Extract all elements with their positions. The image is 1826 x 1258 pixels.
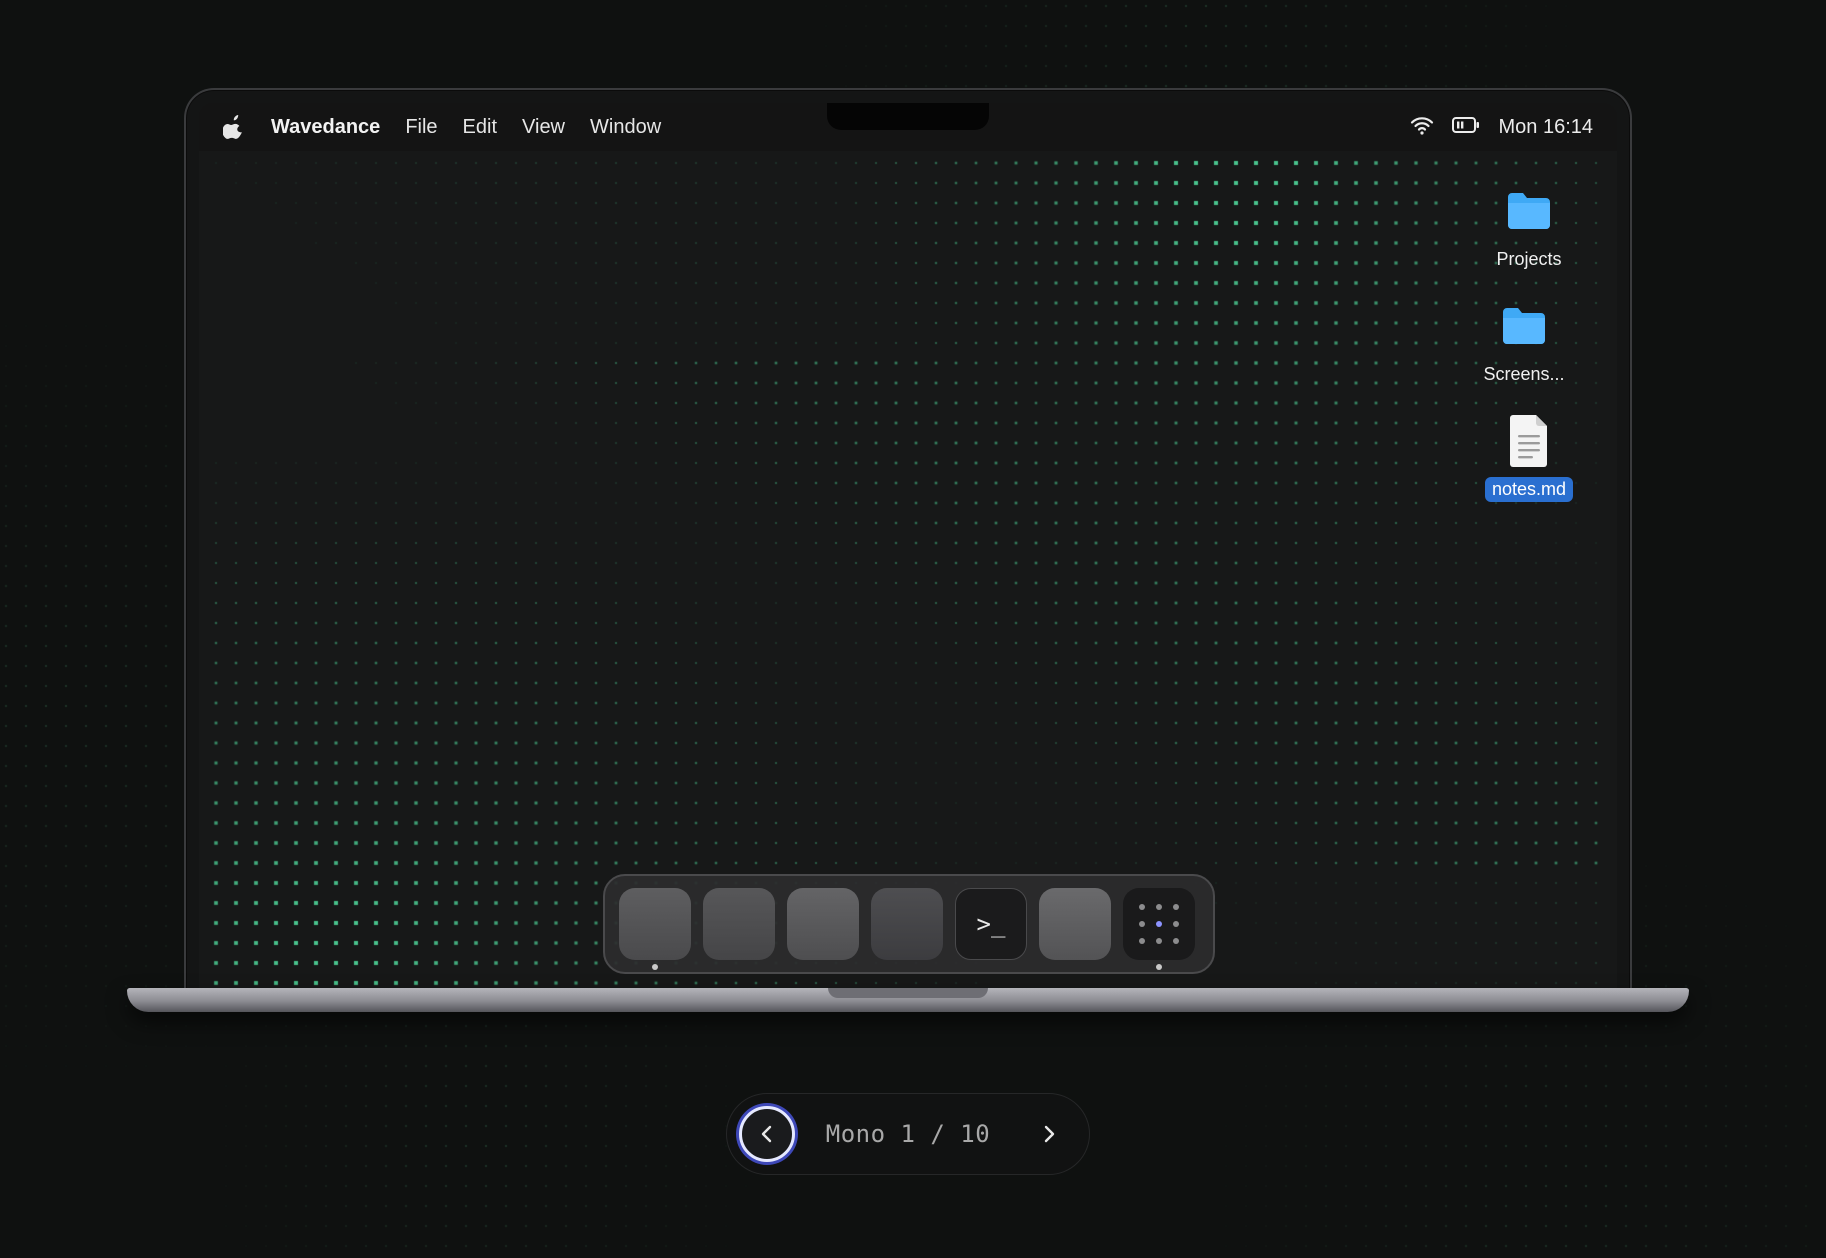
folder-icon (1501, 296, 1547, 356)
menu-file[interactable]: File (405, 116, 437, 139)
running-indicator (652, 964, 658, 970)
dock-launcher[interactable] (1123, 888, 1195, 970)
menu-edit[interactable]: Edit (463, 116, 497, 139)
folder-icon (1506, 181, 1552, 241)
dock-app-6[interactable] (1039, 888, 1111, 960)
laptop-screen: Wavedance File Edit View Window Mon 16:1… (199, 103, 1617, 988)
dock-app-1[interactable] (619, 888, 691, 970)
previous-button[interactable] (739, 1106, 795, 1162)
laptop-base (127, 988, 1689, 1012)
menu-app-name[interactable]: Wavedance (271, 116, 380, 139)
dock-app-4[interactable] (871, 888, 943, 960)
dock-terminal[interactable]: >_ (955, 888, 1027, 960)
menu-clock[interactable]: Mon 16:14 (1498, 116, 1593, 139)
desktop-icon-projects[interactable]: Projects (1469, 181, 1589, 272)
wallpaper-dot-wave (199, 103, 1617, 988)
menu-view[interactable]: View (522, 116, 565, 139)
camera-notch (827, 103, 989, 130)
next-button[interactable] (1021, 1106, 1077, 1162)
chevron-left-icon (761, 1125, 772, 1143)
apple-logo-icon[interactable] (223, 115, 247, 139)
desktop-icon-label: Projects (1496, 249, 1562, 269)
menu-window[interactable]: Window (590, 116, 661, 139)
pager-label: Mono 1 / 10 (825, 1120, 991, 1148)
desktop-icon-label: Screens... (1483, 364, 1565, 384)
dock-app-2[interactable] (703, 888, 775, 960)
chevron-right-icon (1044, 1125, 1055, 1143)
document-icon (1509, 411, 1549, 471)
theme-pager: Mono 1 / 10 (726, 1093, 1090, 1175)
desktop-icon-screenshots[interactable]: Screens... (1464, 296, 1584, 387)
desktop-icon-notes[interactable]: notes.md (1469, 411, 1589, 502)
laptop-opening-lip (828, 988, 988, 998)
terminal-prompt-icon: >_ (976, 910, 1006, 938)
dock: >_ (603, 874, 1215, 974)
running-indicator (1156, 964, 1162, 970)
dock-app-3[interactable] (787, 888, 859, 960)
wifi-icon[interactable] (1410, 115, 1434, 140)
battery-icon[interactable] (1452, 116, 1480, 139)
app-grid-icon (1139, 904, 1179, 944)
desktop-icon-label: notes.md (1484, 477, 1574, 502)
